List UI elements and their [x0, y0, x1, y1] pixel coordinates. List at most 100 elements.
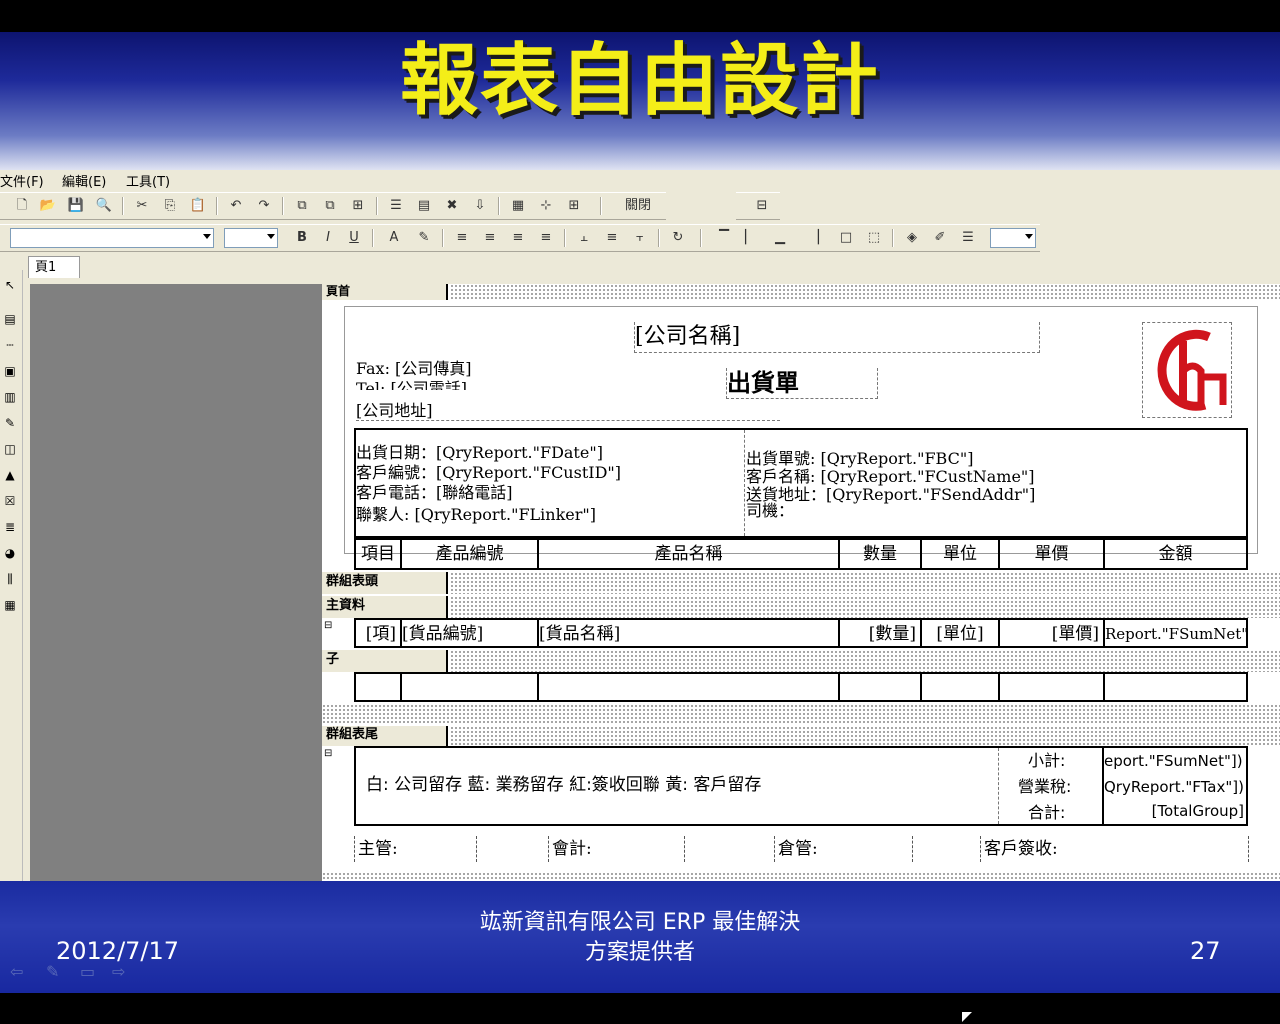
barcode-icon[interactable]: ⫼ — [1, 570, 19, 588]
copies-note[interactable]: 白: 公司留存 藍: 業務留存 紅:簽收回聯 黃: 客戶留存 — [366, 776, 761, 794]
menu-file[interactable]: 文件(F) — [0, 171, 44, 190]
select-pointer-icon[interactable]: ↖ — [1, 276, 19, 294]
save-icon[interactable]: 💾 — [66, 196, 86, 216]
field-driver[interactable]: 司機： — [746, 502, 794, 520]
align-grid-icon[interactable]: ⊹ — [536, 196, 556, 216]
rotate-icon[interactable]: ↻ — [668, 228, 688, 248]
page-settings-icon[interactable]: ⇩ — [470, 196, 490, 216]
grid-icon[interactable]: ▦ — [508, 196, 528, 216]
border-right-icon[interactable]: ▕ — [804, 228, 824, 248]
line-color-icon[interactable]: ✐ — [930, 228, 950, 248]
border-all-icon[interactable]: □ — [836, 228, 856, 248]
align-left-icon[interactable]: ≡ — [452, 228, 472, 248]
highlight-icon[interactable]: ✎ — [414, 228, 434, 248]
data-item[interactable]: [項] — [356, 620, 402, 646]
border-left-icon[interactable]: ▏ — [740, 228, 760, 248]
align-right-icon[interactable]: ≡ — [508, 228, 528, 248]
insert-page-icon[interactable]: ▤ — [414, 196, 434, 216]
collapse-icon[interactable]: ⊟ — [324, 620, 332, 631]
underline-icon[interactable]: U — [344, 228, 364, 248]
font-size-combo[interactable] — [224, 228, 278, 248]
menu-tools[interactable]: 工具(T) — [126, 171, 170, 190]
bring-front-icon[interactable]: ⧉ — [292, 196, 312, 216]
bold-icon[interactable]: B — [292, 228, 312, 248]
data-quantity[interactable]: [數量] — [840, 620, 922, 646]
sig-warehouse[interactable]: 倉管: — [774, 836, 913, 862]
col-item[interactable]: 項目 — [356, 540, 402, 568]
field-customer-name[interactable]: 客戶名稱: [QryReport."FCustName"] — [746, 468, 1035, 486]
print-preview-icon[interactable]: 🔍 — [94, 196, 114, 216]
italic-icon[interactable]: I — [318, 228, 338, 248]
richtext-icon[interactable]: ≣ — [1, 518, 19, 536]
pie-chart-icon[interactable]: ◕ — [1, 544, 19, 562]
col-unit-price[interactable]: 單價 — [1000, 540, 1105, 568]
subreport-icon[interactable]: ▥ — [1, 388, 19, 406]
shape-icon[interactable]: ▲ — [1, 466, 19, 484]
col-quantity[interactable]: 數量 — [840, 540, 922, 568]
collapse-icon[interactable]: ⊟ — [324, 748, 332, 759]
valign-bottom-icon[interactable]: ⫟ — [630, 228, 650, 248]
new-icon[interactable]: 🗋 — [12, 196, 32, 216]
font-color-icon[interactable]: A — [384, 228, 404, 248]
crosstab-icon[interactable]: ▦ — [1, 596, 19, 614]
valign-top-icon[interactable]: ⫠ — [574, 228, 594, 248]
total-value[interactable]: [TotalGroup] — [1104, 802, 1244, 820]
address-field[interactable]: [公司地址] — [356, 402, 780, 421]
sig-manager[interactable]: 主管: — [354, 836, 477, 862]
pen-icon[interactable]: ✎ — [46, 962, 59, 981]
subtotal-value[interactable]: eport."FSumNet"])] — [1104, 752, 1244, 770]
band-group-footer[interactable]: 群組表尾 — [322, 726, 1280, 746]
field-customer-phone[interactable]: 客戶電話：[聯絡電話] — [356, 484, 513, 502]
tab-page-1[interactable]: 頁1 — [28, 256, 80, 278]
valign-middle-icon[interactable]: ≡ — [602, 228, 622, 248]
field-customer-id[interactable]: 客戶編號：[QryReport."FCustID"] — [356, 464, 621, 482]
band-icon[interactable]: ┄ — [1, 336, 19, 354]
tax-value[interactable]: QryReport."FTax"])] — [1104, 778, 1244, 796]
align-center-icon[interactable]: ≡ — [480, 228, 500, 248]
band-group-header[interactable]: 群組表頭 — [322, 572, 1280, 594]
fit-grid-icon[interactable]: ⊞ — [564, 196, 584, 216]
cut-icon[interactable]: ✂ — [132, 196, 152, 216]
document-title[interactable]: 出貨單 — [726, 368, 878, 399]
field-contact[interactable]: 聯繫人: [QryReport."FLinker"] — [356, 506, 596, 524]
col-unit[interactable]: 單位 — [922, 540, 1000, 568]
line-style-icon[interactable]: ☰ — [958, 228, 978, 248]
data-unit-price[interactable]: [單價] — [1000, 620, 1105, 646]
paste-icon[interactable]: 📋 — [188, 196, 208, 216]
tel-field[interactable]: Tel: [公司電話] — [356, 380, 467, 390]
sig-accounting[interactable]: 會計: — [548, 836, 685, 862]
picture-icon[interactable]: ▣ — [1, 362, 19, 380]
company-logo[interactable] — [1142, 322, 1232, 418]
line-width-combo[interactable] — [990, 228, 1036, 248]
col-amount[interactable]: 金額 — [1105, 540, 1246, 568]
group-icon[interactable]: ⊞ — [348, 196, 368, 216]
menu-edit[interactable]: 編輯(E) — [62, 171, 106, 190]
open-folder-icon[interactable]: 📂 — [38, 196, 58, 216]
border-top-icon[interactable]: ▔ — [714, 228, 734, 248]
checkbox-icon[interactable]: ☒ — [1, 492, 19, 510]
band-page-header[interactable]: 頁首 — [322, 284, 1280, 300]
pen-icon[interactable]: ✎ — [1, 414, 19, 432]
data-product-code[interactable]: [貨品編號] — [402, 620, 539, 646]
chart-icon[interactable]: ◫ — [1, 440, 19, 458]
copy-icon[interactable]: ⎘ — [160, 196, 180, 216]
band-child[interactable]: 子 — [322, 650, 1280, 672]
delete-page-icon[interactable]: ✖ — [442, 196, 462, 216]
preview-toggle-icon[interactable]: ⊟ — [752, 196, 772, 216]
border-none-icon[interactable]: ⬚ — [864, 228, 884, 248]
undo-icon[interactable]: ↶ — [226, 196, 246, 216]
data-unit[interactable]: [單位] — [922, 620, 1000, 646]
font-name-combo[interactable] — [10, 228, 214, 248]
col-product-code[interactable]: 產品編號 — [402, 540, 539, 568]
field-shipment-no[interactable]: 出貨單號: [QryReport."FBC"] — [746, 450, 973, 468]
insert-band-icon[interactable]: ☰ — [386, 196, 406, 216]
close-button[interactable]: 關閉 — [618, 196, 658, 216]
data-product-name[interactable]: [貨品名稱] — [539, 620, 840, 646]
data-amount[interactable]: Report."FSumNet"] — [1105, 620, 1246, 646]
band-master-data[interactable]: 主資料 — [322, 596, 1280, 618]
send-back-icon[interactable]: ⧉ — [320, 196, 340, 216]
text-memo-icon[interactable]: ▤ — [1, 310, 19, 328]
justify-icon[interactable]: ≡ — [536, 228, 556, 248]
fill-color-icon[interactable]: ◈ — [902, 228, 922, 248]
fax-field[interactable]: Fax: [公司傳真] — [356, 360, 472, 378]
